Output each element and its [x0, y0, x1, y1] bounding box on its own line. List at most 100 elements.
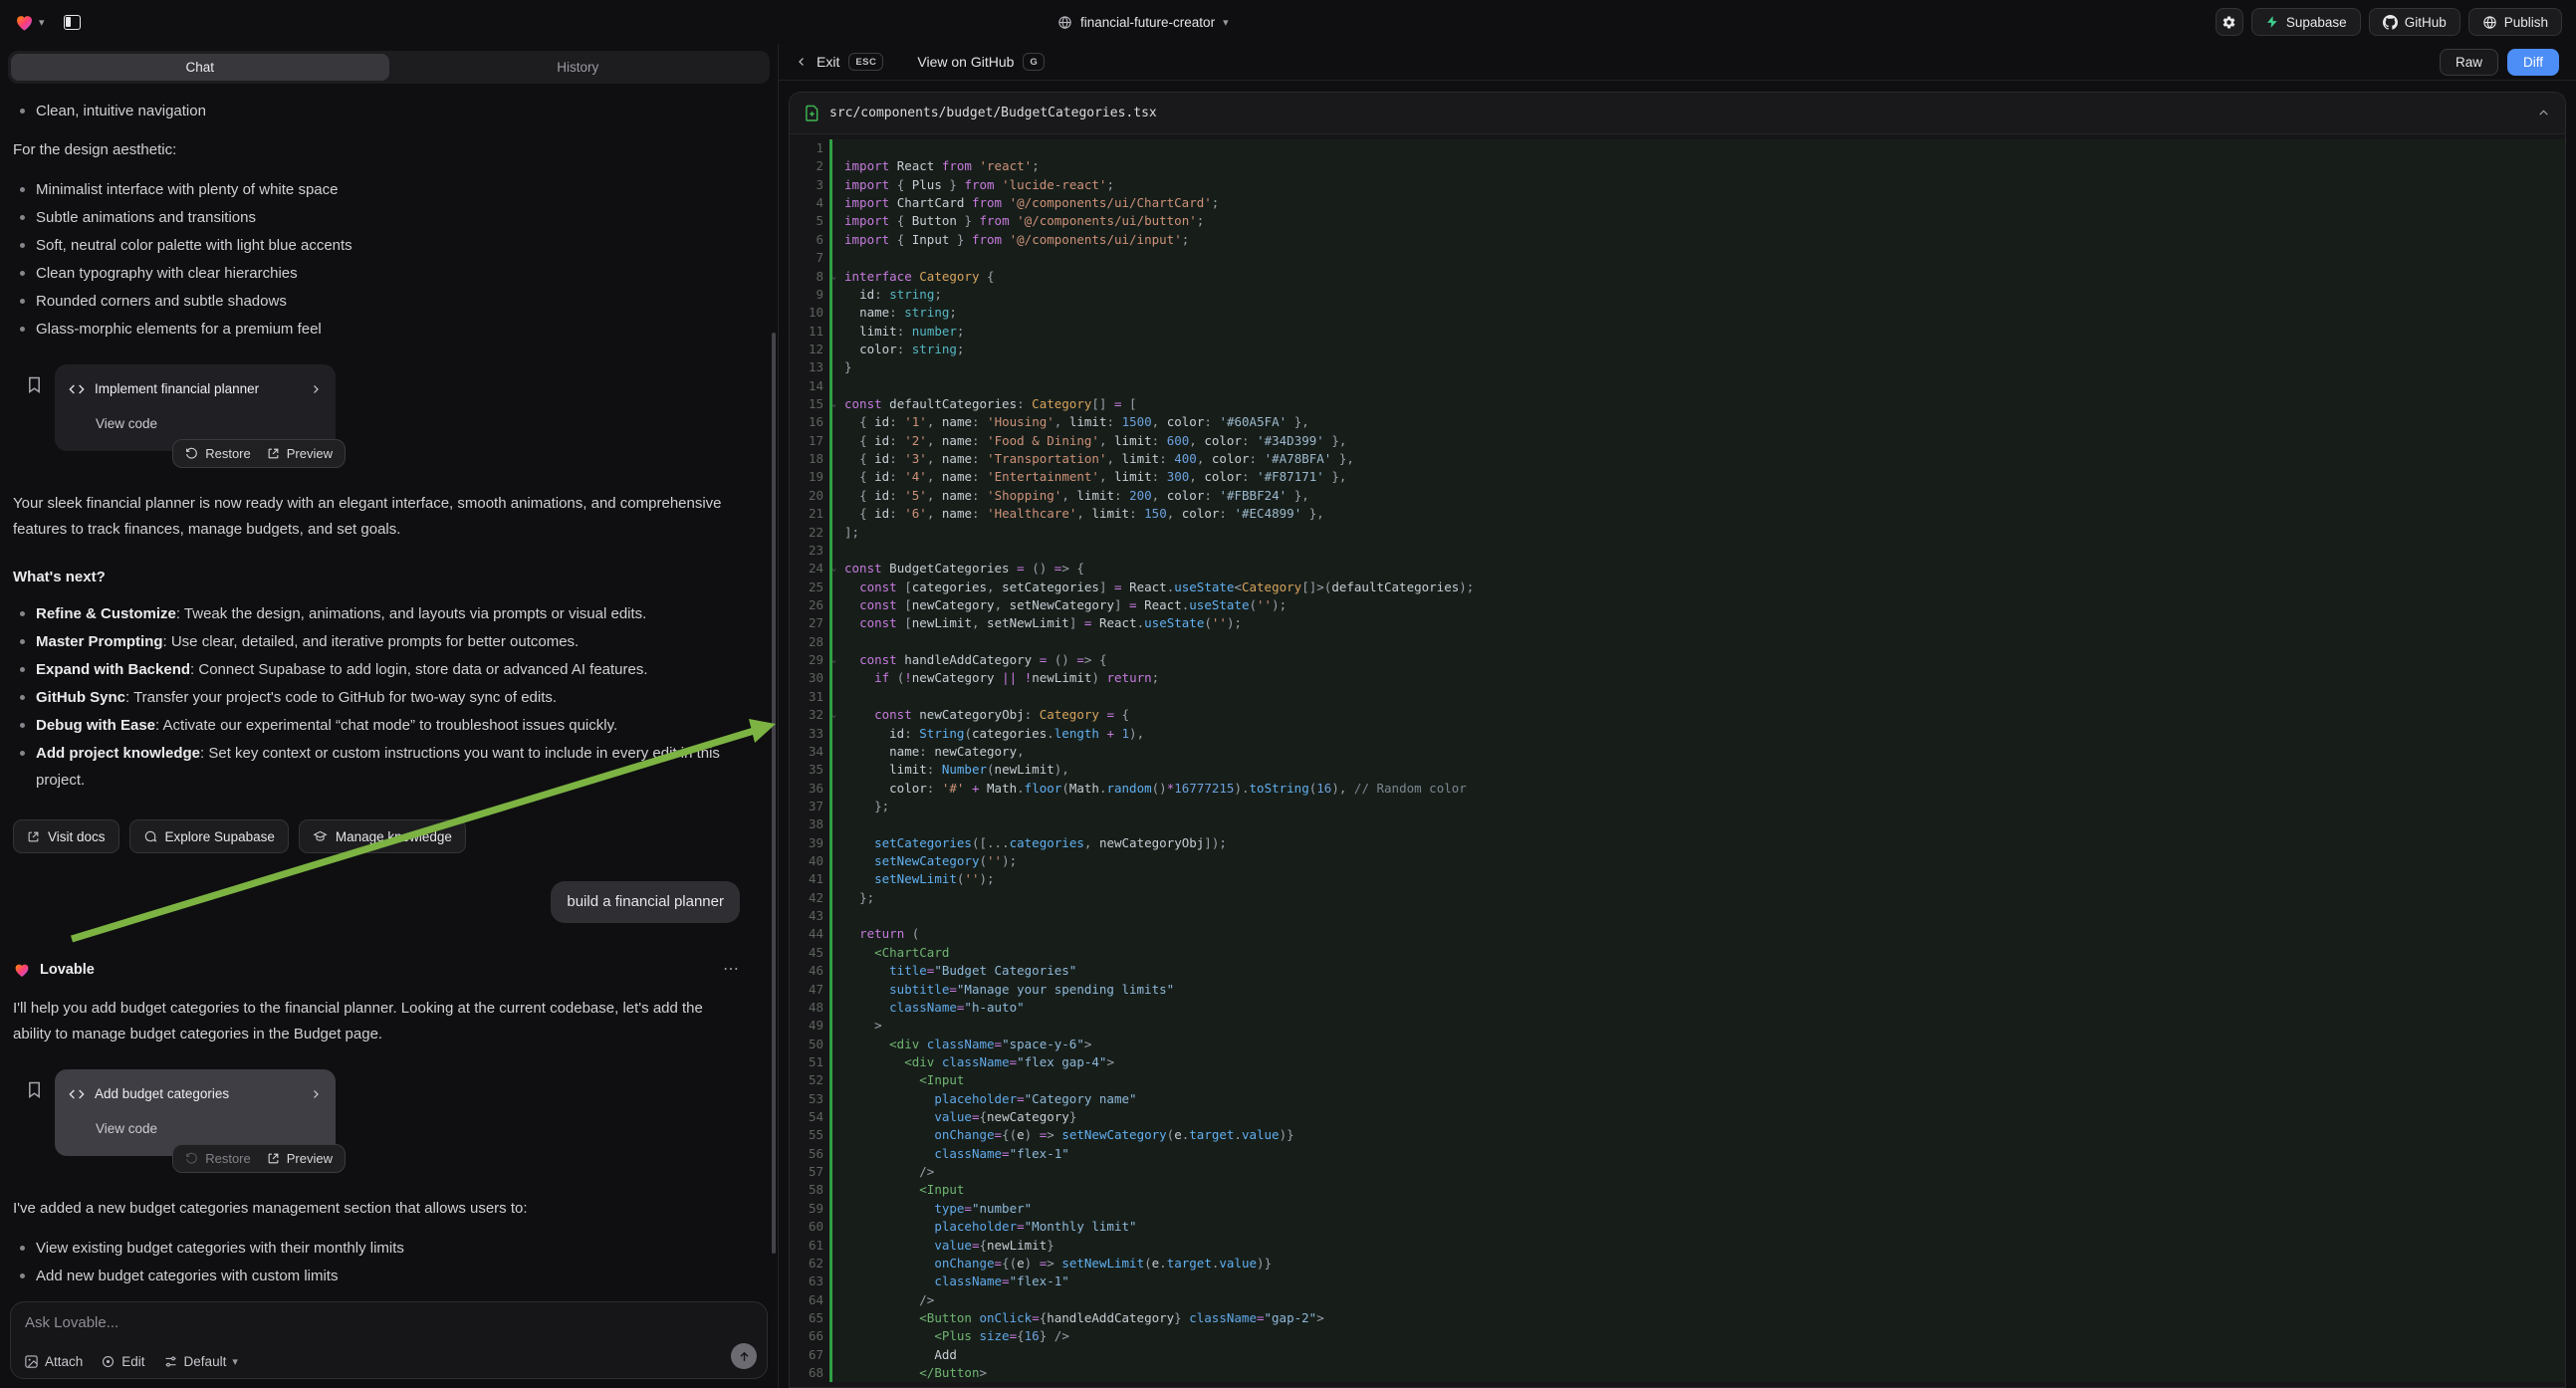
chat-paragraph: I'll help you add budget categories to t… — [13, 996, 740, 1047]
arrow-up-icon — [738, 1350, 751, 1363]
raw-toggle-button[interactable]: Raw — [2440, 49, 2498, 76]
code-file-header[interactable]: src/components/budget/BudgetCategories.t… — [790, 93, 2565, 134]
view-code-link[interactable]: View code — [96, 1116, 322, 1142]
chevron-left-icon — [796, 56, 808, 68]
code-text: <div className="flex gap-4"> — [829, 1053, 2565, 1071]
message-menu-button[interactable]: ⋯ — [723, 957, 740, 983]
code-line: 59 type="number" — [790, 1200, 2565, 1218]
github-icon — [2383, 15, 2398, 30]
publish-button[interactable]: Publish — [2468, 8, 2562, 36]
view-on-github-button[interactable]: View on GitHub G — [917, 53, 1045, 71]
chat-input[interactable]: Ask Lovable... — [25, 1314, 753, 1331]
toggle-sidebar-button[interactable] — [59, 9, 86, 36]
view-code-link[interactable]: View code — [96, 411, 322, 437]
chat-bullet-list: Refine & Customize: Tweak the design, an… — [13, 600, 740, 794]
explore-supabase-button[interactable]: Explore Supabase — [129, 819, 289, 853]
line-number: 62 — [790, 1255, 829, 1272]
code-line: 27 const [newLimit, setNewLimit] = React… — [790, 614, 2565, 632]
code-text: onChange={(e) => setNewLimit(e.target.va… — [829, 1255, 2565, 1272]
line-number: 32⌄ — [790, 706, 829, 724]
code-text — [829, 139, 2565, 157]
settings-button[interactable] — [2216, 8, 2243, 36]
code-file-card: src/components/budget/BudgetCategories.t… — [789, 92, 2566, 1388]
code-line: 46 title="Budget Categories" — [790, 962, 2565, 980]
code-line: 15⌄const defaultCategories: Category[] =… — [790, 395, 2565, 413]
code-line: 55 onChange={(e) => setNewCategory(e.tar… — [790, 1126, 2565, 1144]
manage-knowledge-button[interactable]: Manage knowledge — [299, 819, 466, 853]
version-card[interactable]: Implement financial plannerView code Res… — [55, 364, 336, 451]
bookmark-icon[interactable] — [27, 1081, 42, 1098]
image-icon — [24, 1354, 39, 1369]
external-link-icon — [27, 830, 40, 843]
code-text: { id: '1', name: 'Housing', limit: 1500,… — [829, 413, 2565, 431]
mode-selector[interactable]: Default ▾ — [163, 1354, 238, 1369]
line-number: 39 — [790, 834, 829, 852]
line-number: 16 — [790, 413, 829, 431]
fold-chevron-icon[interactable]: ⌄ — [831, 268, 836, 286]
line-number: 21 — [790, 505, 829, 523]
version-card[interactable]: Add budget categoriesView code Restore P… — [55, 1069, 336, 1156]
target-icon — [101, 1354, 116, 1369]
chevron-up-icon — [2537, 107, 2550, 119]
restore-button[interactable]: Restore — [185, 446, 251, 461]
line-number: 29⌄ — [790, 651, 829, 669]
code-text: }; — [829, 798, 2565, 815]
restore-button[interactable]: Restore — [185, 1151, 251, 1166]
chat-scrollbar[interactable] — [772, 333, 776, 1254]
supabase-button[interactable]: Supabase — [2251, 8, 2361, 36]
diff-toggle-button[interactable]: Diff — [2507, 49, 2559, 76]
code-text: className="flex-1" — [829, 1145, 2565, 1163]
code-text: /> — [829, 1163, 2565, 1181]
send-button[interactable] — [731, 1343, 757, 1369]
collapse-file-button[interactable] — [2537, 107, 2550, 119]
code-text: { id: '3', name: 'Transportation', limit… — [829, 450, 2565, 468]
line-number: 59 — [790, 1200, 829, 1218]
code-line: 48 className="h-auto" — [790, 999, 2565, 1017]
preview-button[interactable]: Preview — [267, 1151, 333, 1166]
attach-button[interactable]: Attach — [24, 1354, 83, 1369]
line-number: 63 — [790, 1272, 829, 1290]
chat-scroll-area[interactable]: Clean, intuitive navigationFor the desig… — [0, 84, 778, 1291]
code-line: 66 <Plus size={16} /> — [790, 1327, 2565, 1345]
line-number: 34 — [790, 743, 829, 761]
list-item: Rounded corners and subtle shadows — [13, 288, 740, 315]
composer[interactable]: Ask Lovable... Attach Edit Default ▾ — [10, 1301, 768, 1379]
code-text: placeholder="Monthly limit" — [829, 1218, 2565, 1236]
code-line: 7 — [790, 249, 2565, 267]
code-line: 44 return ( — [790, 925, 2565, 943]
lovable-menu[interactable]: ▾ — [14, 12, 45, 33]
code-line: 31 — [790, 688, 2565, 706]
preview-button[interactable]: Preview — [267, 446, 333, 461]
code-line: 56 className="flex-1" — [790, 1145, 2565, 1163]
project-switcher[interactable]: financial-future-creator ▾ — [1057, 0, 1229, 44]
list-item: View existing budget categories with the… — [13, 1235, 740, 1262]
line-number: 41 — [790, 870, 829, 888]
code-line: 65 <Button onClick={handleAddCategory} c… — [790, 1309, 2565, 1327]
code-text: type="number" — [829, 1200, 2565, 1218]
code-text: /> — [829, 1291, 2565, 1309]
list-item: GitHub Sync: Transfer your project's cod… — [13, 684, 740, 711]
list-item: Each category gets a unique color for vi… — [13, 1290, 740, 1291]
chat-panel: Chat History Clean, intuitive navigation… — [0, 44, 779, 1388]
github-button[interactable]: GitHub — [2369, 8, 2460, 36]
code-line: 4import ChartCard from '@/components/ui/… — [790, 194, 2565, 212]
code-line: 18 { id: '3', name: 'Transportation', li… — [790, 450, 2565, 468]
tab-history[interactable]: History — [389, 54, 768, 81]
edit-mode-button[interactable]: Edit — [101, 1354, 144, 1369]
bookmark-icon[interactable] — [27, 376, 42, 393]
file-added-icon — [805, 105, 820, 121]
code-editor[interactable]: 1 2import React from 'react';3import { P… — [790, 134, 2565, 1387]
fold-chevron-icon[interactable]: ⌄ — [831, 560, 836, 578]
line-number: 14 — [790, 377, 829, 395]
fold-chevron-icon[interactable]: ⌄ — [831, 395, 836, 413]
chevron-right-icon — [310, 383, 322, 395]
code-line: 63 className="flex-1" — [790, 1272, 2565, 1290]
exit-button[interactable]: Exit ESC — [796, 53, 883, 71]
visit-docs-button[interactable]: Visit docs — [13, 819, 119, 853]
fold-chevron-icon[interactable]: ⌄ — [831, 706, 836, 724]
fold-chevron-icon[interactable]: ⌄ — [831, 651, 836, 669]
tab-chat[interactable]: Chat — [11, 54, 389, 81]
code-text: const handleAddCategory = () => { — [829, 651, 2565, 669]
code-text: name: string; — [829, 304, 2565, 322]
line-number: 35 — [790, 761, 829, 779]
